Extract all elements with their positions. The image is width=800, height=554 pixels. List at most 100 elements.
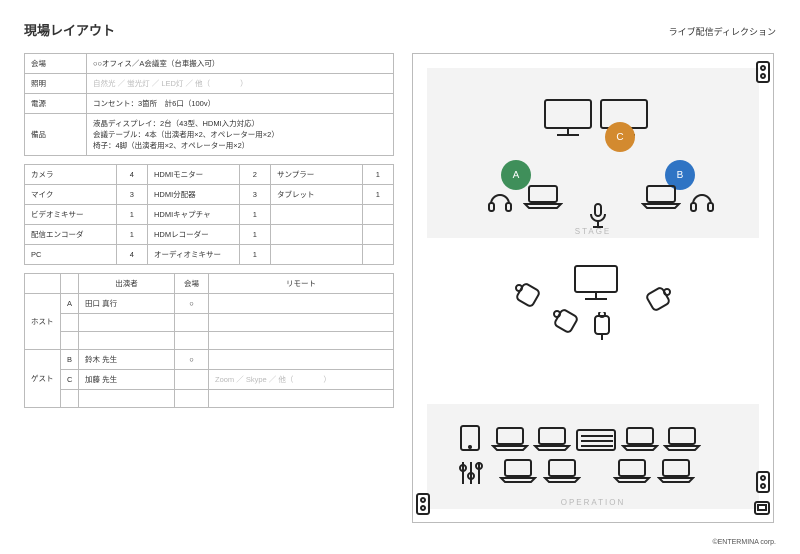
- equip-name: [270, 225, 362, 245]
- participant-venue: [175, 390, 209, 408]
- participant-venue: ○: [175, 294, 209, 314]
- venue-value: 自然光 ／ 蛍光灯 ／ LED灯 ／ 他（ ）: [87, 74, 394, 94]
- performer-badge-c: C: [605, 122, 635, 152]
- col-remote: リモート: [209, 274, 394, 294]
- col-venue: 会場: [175, 274, 209, 294]
- col-performer: 出演者: [79, 274, 175, 294]
- laptop-icon: [621, 426, 659, 452]
- equip-count: 1: [239, 205, 270, 225]
- layout-diagram: STAGE A B C: [412, 53, 774, 523]
- ethernet-icon: [753, 500, 771, 516]
- headset-icon: [487, 188, 513, 214]
- laptop-icon: [499, 458, 537, 484]
- mixer-icon: [457, 458, 485, 488]
- equip-name: ビデオミキサー: [25, 205, 117, 225]
- equip-name: サンプラー: [270, 165, 362, 185]
- equip-name: HDMIキャプチャ: [147, 205, 239, 225]
- equip-name: [270, 205, 362, 225]
- venue-label: 会場: [25, 54, 87, 74]
- laptop-icon: [663, 426, 701, 452]
- participant-idx: B: [61, 350, 79, 370]
- stage-zone: STAGE A B C: [427, 68, 759, 238]
- participant-venue: ○: [175, 350, 209, 370]
- equip-name: HDMIモニター: [147, 165, 239, 185]
- participant-name: [79, 314, 175, 332]
- equip-name: カメラ: [25, 165, 117, 185]
- participant-name: 田口 真行: [79, 294, 175, 314]
- camera-icon: [589, 312, 615, 342]
- venue-label: 照明: [25, 74, 87, 94]
- laptop-icon: [523, 184, 563, 210]
- keyboard-icon: [575, 428, 617, 452]
- participant-idx: C: [61, 370, 79, 390]
- participant-remote: [209, 350, 394, 370]
- equip-count: 1: [362, 185, 393, 205]
- page-subtitle: ライブ配信ディレクション: [669, 25, 776, 38]
- participant-venue: [175, 332, 209, 350]
- equip-count: 1: [116, 225, 147, 245]
- outlet-icon: [415, 492, 431, 516]
- equip-name: 配信エンコーダ: [25, 225, 117, 245]
- participants-table: 出演者 会場 リモート ホストA田口 真行○ゲストB鈴木 先生○C加藤 先生Zo…: [24, 273, 394, 408]
- laptop-icon: [613, 458, 651, 484]
- equip-name: PC: [25, 245, 117, 265]
- laptop-icon: [657, 458, 695, 484]
- camera-icon: [551, 306, 581, 336]
- laptop-icon: [491, 426, 529, 452]
- headset-icon: [689, 188, 715, 214]
- outlet-icon: [755, 60, 771, 84]
- equip-count: 1: [116, 205, 147, 225]
- equip-name: マイク: [25, 185, 117, 205]
- participant-idx: [61, 390, 79, 408]
- participant-name: 鈴木 先生: [79, 350, 175, 370]
- equip-name: オーディオミキサー: [147, 245, 239, 265]
- participant-name: 加藤 先生: [79, 370, 175, 390]
- equip-count: 3: [116, 185, 147, 205]
- page-title: 現場レイアウト: [24, 20, 115, 39]
- copyright: ©ENTERMINA corp.: [712, 539, 776, 546]
- operation-zone: OPERATION: [427, 404, 759, 509]
- participant-remote: Zoom ／ Skype ／ 他（ ）: [209, 370, 394, 390]
- venue-label: 電源: [25, 94, 87, 114]
- equip-count: [362, 205, 393, 225]
- equip-name: タブレット: [270, 185, 362, 205]
- role-cell: ゲスト: [25, 350, 61, 408]
- monitor-icon: [543, 98, 593, 138]
- venue-value: コンセント：3箇所 計6口（100v）: [87, 94, 394, 114]
- equip-count: [362, 245, 393, 265]
- operation-label: OPERATION: [427, 498, 759, 507]
- equip-count: 4: [116, 245, 147, 265]
- equip-count: [362, 225, 393, 245]
- equip-name: HDMレコーダー: [147, 225, 239, 245]
- equip-name: [270, 245, 362, 265]
- venue-value: ○○オフィス／A会議室（台車搬入可）: [87, 54, 394, 74]
- tablet-icon: [459, 424, 481, 452]
- laptop-icon: [543, 458, 581, 484]
- camera-icon: [643, 284, 673, 314]
- equip-count: 1: [239, 245, 270, 265]
- participant-idx: [61, 332, 79, 350]
- laptop-icon: [533, 426, 571, 452]
- equip-name: HDMI分配器: [147, 185, 239, 205]
- participant-venue: [175, 314, 209, 332]
- participant-remote: [209, 314, 394, 332]
- participant-idx: A: [61, 294, 79, 314]
- participant-idx: [61, 314, 79, 332]
- venue-table: 会場○○オフィス／A会議室（台車搬入可）照明自然光 ／ 蛍光灯 ／ LED灯 ／…: [24, 53, 394, 156]
- participant-name: [79, 390, 175, 408]
- participant-venue: [175, 370, 209, 390]
- equip-count: 3: [239, 185, 270, 205]
- monitor-icon: [573, 264, 619, 302]
- equip-count: 4: [116, 165, 147, 185]
- microphone-icon: [587, 202, 609, 230]
- camera-icon: [513, 280, 543, 310]
- venue-value: 液晶ディスプレイ：2台（43型、HDMI入力対応）会議テーブル：4本（出演者用×…: [87, 114, 394, 156]
- participant-remote: [209, 294, 394, 314]
- outlet-icon: [755, 470, 771, 494]
- participant-name: [79, 332, 175, 350]
- venue-label: 備品: [25, 114, 87, 156]
- role-cell: ホスト: [25, 294, 61, 350]
- equipment-table: カメラ4HDMIモニター2サンプラー1マイク3HDMI分配器3タブレット1ビデオ…: [24, 164, 394, 265]
- equip-count: 2: [239, 165, 270, 185]
- laptop-icon: [641, 184, 681, 210]
